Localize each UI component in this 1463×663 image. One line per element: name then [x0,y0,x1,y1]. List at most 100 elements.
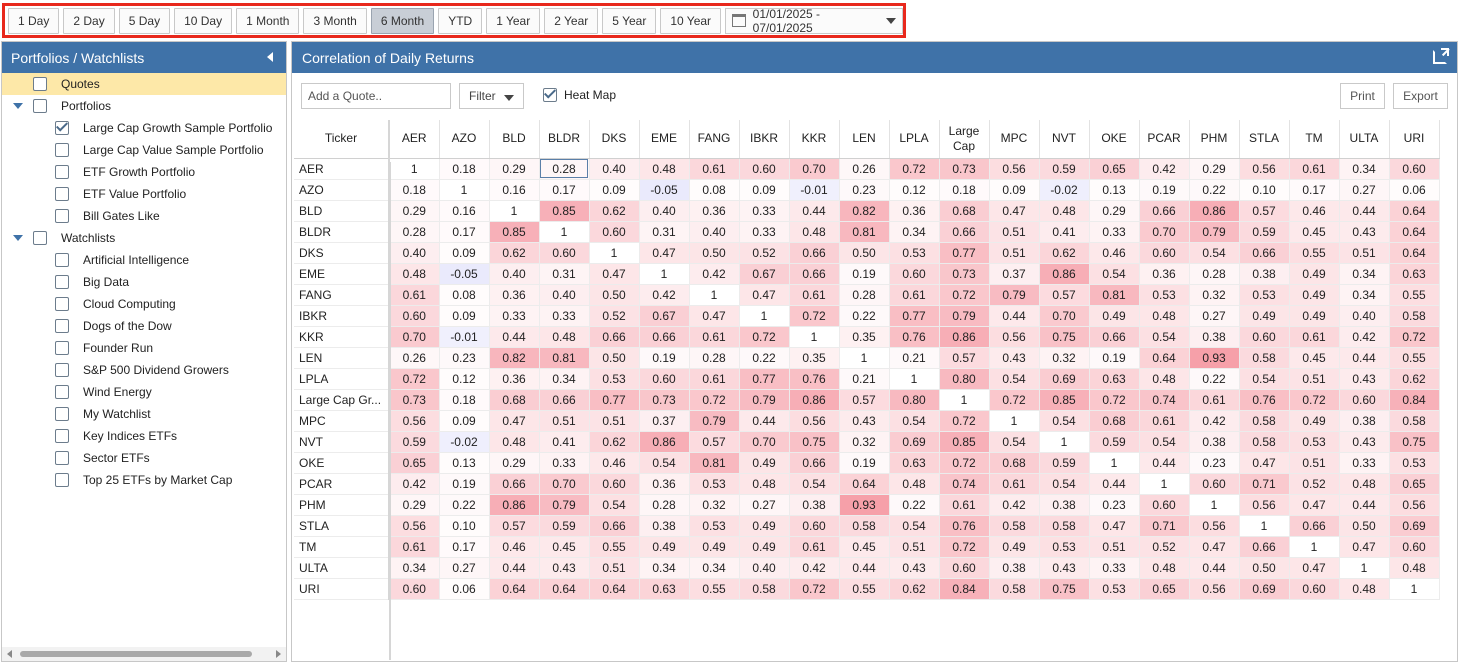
correlation-cell[interactable]: 0.72 [889,158,940,180]
correlation-cell[interactable]: 0.40 [589,158,640,180]
correlation-cell[interactable]: 0.65 [389,452,440,474]
correlation-cell[interactable]: 0.60 [1189,473,1240,495]
correlation-cell[interactable]: 0.61 [389,284,440,306]
table-row[interactable]: IBKR 0.60 0.09 0.33 0.33 0.52 0.67 0.47 1 0.72 0.2… [294,305,1440,327]
range-button-1-month[interactable]: 1 Month [236,7,300,34]
column-header[interactable]: PHM [1189,120,1240,159]
correlation-cell[interactable]: 0.53 [689,473,740,495]
correlation-cell[interactable]: 0.65 [1089,158,1140,180]
correlation-cell[interactable]: 0.43 [889,557,940,579]
correlation-cell[interactable]: 0.73 [639,389,690,411]
correlation-cell[interactable]: 1 [589,242,640,264]
correlation-cell[interactable]: 0.36 [639,473,690,495]
correlation-cell[interactable]: 1 [539,221,590,243]
scroll-left-icon[interactable] [7,650,12,658]
correlation-cell[interactable]: 0.47 [589,263,640,285]
correlation-cell[interactable]: 0.29 [389,200,440,222]
correlation-cell[interactable]: 0.72 [1389,326,1440,348]
correlation-cell[interactable]: 0.44 [1339,200,1390,222]
scrollbar-thumb[interactable] [20,651,252,657]
tree-item-watchlist[interactable]: Wind Energy [2,381,286,403]
column-header[interactable]: MPC [989,120,1040,159]
correlation-cell[interactable]: 0.79 [539,494,590,516]
correlation-cell[interactable]: 0.44 [1339,347,1390,369]
correlation-cell[interactable]: 0.17 [1289,179,1340,201]
column-header[interactable]: IBKR [739,120,790,159]
tree-item-portfolio[interactable]: ETF Growth Portfolio [2,161,286,183]
correlation-cell[interactable]: 0.22 [839,305,890,327]
correlation-cell[interactable]: 1 [1239,515,1290,537]
range-button-1-year[interactable]: 1 Year [486,7,541,34]
range-button-2-day[interactable]: 2 Day [63,7,115,34]
correlation-cell[interactable]: 0.47 [639,242,690,264]
correlation-cell[interactable]: 0.58 [1389,410,1440,432]
correlation-cell[interactable]: 0.66 [1239,242,1290,264]
correlation-cell[interactable]: 0.49 [1289,284,1340,306]
correlation-cell[interactable]: 0.60 [1239,326,1290,348]
correlation-cell[interactable]: 0.28 [839,284,890,306]
correlation-cell[interactable]: 0.29 [1189,158,1240,180]
correlation-cell[interactable]: 0.66 [939,221,990,243]
correlation-cell[interactable]: 0.53 [589,368,640,390]
column-header[interactable]: BLDR [539,120,590,159]
correlation-cell[interactable]: 0.54 [1139,431,1190,453]
correlation-cell[interactable]: 0.54 [989,431,1040,453]
correlation-cell[interactable]: 0.53 [1089,578,1140,600]
table-row[interactable]: BLDR 0.28 0.17 0.85 1 0.60 0.31 0.40 0.33 0.48 0.8… [294,221,1440,243]
correlation-cell[interactable]: 0.72 [939,536,990,558]
correlation-cell[interactable]: 0.60 [589,473,640,495]
correlation-cell[interactable]: 0.56 [1239,494,1290,516]
correlation-cell[interactable]: 0.66 [589,515,640,537]
correlation-cell[interactable]: 0.57 [1239,200,1290,222]
correlation-cell[interactable]: 0.43 [1039,557,1090,579]
correlation-cell[interactable]: 0.56 [1189,515,1240,537]
correlation-cell[interactable]: 0.58 [1239,347,1290,369]
correlation-cell[interactable]: 0.62 [589,200,640,222]
correlation-cell[interactable]: 0.13 [1089,179,1140,201]
correlation-cell[interactable]: 0.40 [489,263,540,285]
tree-item-watchlist[interactable]: Top 25 ETFs by Market Cap [2,469,286,491]
correlation-cell[interactable]: 0.47 [689,305,740,327]
correlation-cell[interactable]: 0.34 [1339,284,1390,306]
correlation-cell[interactable]: 0.48 [1139,305,1190,327]
correlation-cell[interactable]: 0.58 [1239,410,1290,432]
correlation-cell[interactable]: 1 [689,284,740,306]
table-row[interactable]: BLD 0.29 0.16 1 0.85 0.62 0.40 0.36 0.33 0.44 0.82… [294,200,1440,222]
correlation-cell[interactable]: 0.23 [439,347,490,369]
correlation-cell[interactable]: 0.49 [1289,410,1340,432]
checkbox[interactable] [55,119,69,135]
tree-item-watchlist[interactable]: Cloud Computing [2,293,286,315]
correlation-cell[interactable]: 0.29 [489,158,540,180]
correlation-cell[interactable]: 0.17 [439,221,490,243]
correlation-cell[interactable]: 0.21 [889,347,940,369]
correlation-cell[interactable]: 0.17 [539,179,590,201]
row-ticker[interactable]: AER [294,158,390,180]
correlation-cell[interactable]: 0.56 [389,410,440,432]
correlation-cell[interactable]: 0.54 [1139,326,1190,348]
column-header[interactable]: DKS [589,120,640,159]
correlation-cell[interactable]: 0.22 [1189,368,1240,390]
correlation-cell[interactable]: 0.48 [789,221,840,243]
correlation-cell[interactable]: 0.34 [1339,158,1390,180]
correlation-cell[interactable]: 0.69 [1239,578,1290,600]
correlation-cell[interactable]: 0.33 [1089,221,1140,243]
heat-map-checkbox[interactable] [543,86,557,102]
correlation-cell[interactable]: 0.26 [839,158,890,180]
correlation-cell[interactable]: 0.61 [389,536,440,558]
correlation-cell[interactable]: 1 [439,179,490,201]
correlation-cell[interactable]: 0.69 [889,431,940,453]
correlation-cell[interactable]: 0.48 [639,158,690,180]
correlation-cell[interactable]: 0.58 [989,515,1040,537]
correlation-cell[interactable]: 0.66 [789,263,840,285]
correlation-cell[interactable]: 0.18 [439,158,490,180]
checkbox[interactable] [55,297,69,311]
correlation-cell[interactable]: 0.64 [839,473,890,495]
correlation-cell[interactable]: 0.74 [1139,389,1190,411]
column-header[interactable]: FANG [689,120,740,159]
correlation-cell[interactable]: 0.09 [589,179,640,201]
correlation-cell[interactable]: 0.56 [389,515,440,537]
tree-item-watchlist[interactable]: My Watchlist [2,403,286,425]
correlation-cell[interactable]: 0.40 [1339,305,1390,327]
correlation-cell[interactable]: 0.35 [839,326,890,348]
correlation-cell[interactable]: 0.75 [789,431,840,453]
